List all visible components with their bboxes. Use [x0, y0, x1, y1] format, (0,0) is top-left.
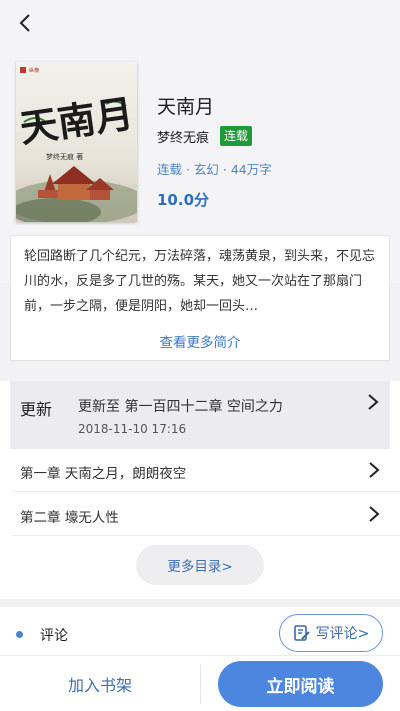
write-comment-label: 写评论> — [315, 626, 370, 642]
book-cover-art: 纵横 天南月 梦终无痕 著 — [16, 62, 137, 222]
status-badge: 连载 — [220, 126, 253, 146]
chapter-title: 第二章 壕无人性 — [20, 510, 119, 526]
back-button[interactable] — [10, 8, 40, 38]
chapter-title: 第一章 天南之月，朗朗夜空 — [20, 466, 187, 482]
latest-chapter: 更新至 第一百四十二章 空间之力 — [78, 399, 283, 415]
back-arrow-icon — [19, 14, 30, 32]
comment-label: 评论 — [40, 628, 68, 644]
book-score: 10.0分 — [157, 191, 210, 209]
read-now-button[interactable]: 立即阅读 — [218, 661, 383, 707]
svg-text:梦终无痕 著: 梦终无痕 著 — [46, 152, 83, 161]
divider — [12, 535, 400, 536]
table-of-contents: 更新 更新至 第一百四十二章 空间之力 2018-11-10 17:16 第一章… — [0, 381, 400, 599]
update-time: 2018-11-10 17:16 — [78, 422, 187, 436]
add-to-shelf-button[interactable]: 加入书架 — [20, 662, 180, 706]
intro-card: 轮回路断了几个纪元，万法碎落，魂荡黄泉，到头来，不见忘川的水，反是多了几世的殇。… — [10, 235, 390, 361]
book-title: 天南月 — [157, 96, 215, 118]
view-more-intro-link[interactable]: 查看更多简介 — [11, 331, 389, 351]
chevron-right-icon — [369, 462, 380, 478]
bottom-action-bar: 加入书架 立即阅读 — [0, 655, 400, 711]
divider — [12, 491, 400, 492]
author-name[interactable]: 梦终无痕 — [157, 127, 209, 146]
author-row: 梦终无痕 连载 — [157, 126, 253, 146]
chapter-item[interactable]: 第一章 天南之月，朗朗夜空 — [0, 449, 400, 494]
intro-text: 轮回路断了几个纪元，万法碎落，魂荡黄泉，到头来，不见忘川的水，反是多了几世的殇。… — [24, 249, 376, 314]
chapter-item[interactable]: 第二章 壕无人性 — [0, 493, 400, 538]
latest-update[interactable]: 更新 更新至 第一百四十二章 空间之力 2018-11-10 17:16 — [10, 381, 390, 449]
book-cover[interactable]: 纵横 天南月 梦终无痕 著 — [16, 62, 137, 222]
section-dot — [16, 631, 23, 638]
comment-section: 评论 写评论> — [0, 607, 400, 661]
chevron-right-icon — [368, 394, 379, 410]
svg-text:纵横: 纵横 — [29, 67, 39, 74]
book-meta: 连载 · 玄幻 · 44万字 — [157, 162, 272, 177]
update-label: 更新 — [20, 400, 53, 419]
divider — [200, 664, 201, 704]
chevron-right-icon — [369, 506, 380, 522]
write-comment-icon — [293, 625, 310, 641]
write-comment-button[interactable]: 写评论> — [279, 614, 383, 652]
more-toc-button[interactable]: 更多目录> — [136, 545, 264, 585]
